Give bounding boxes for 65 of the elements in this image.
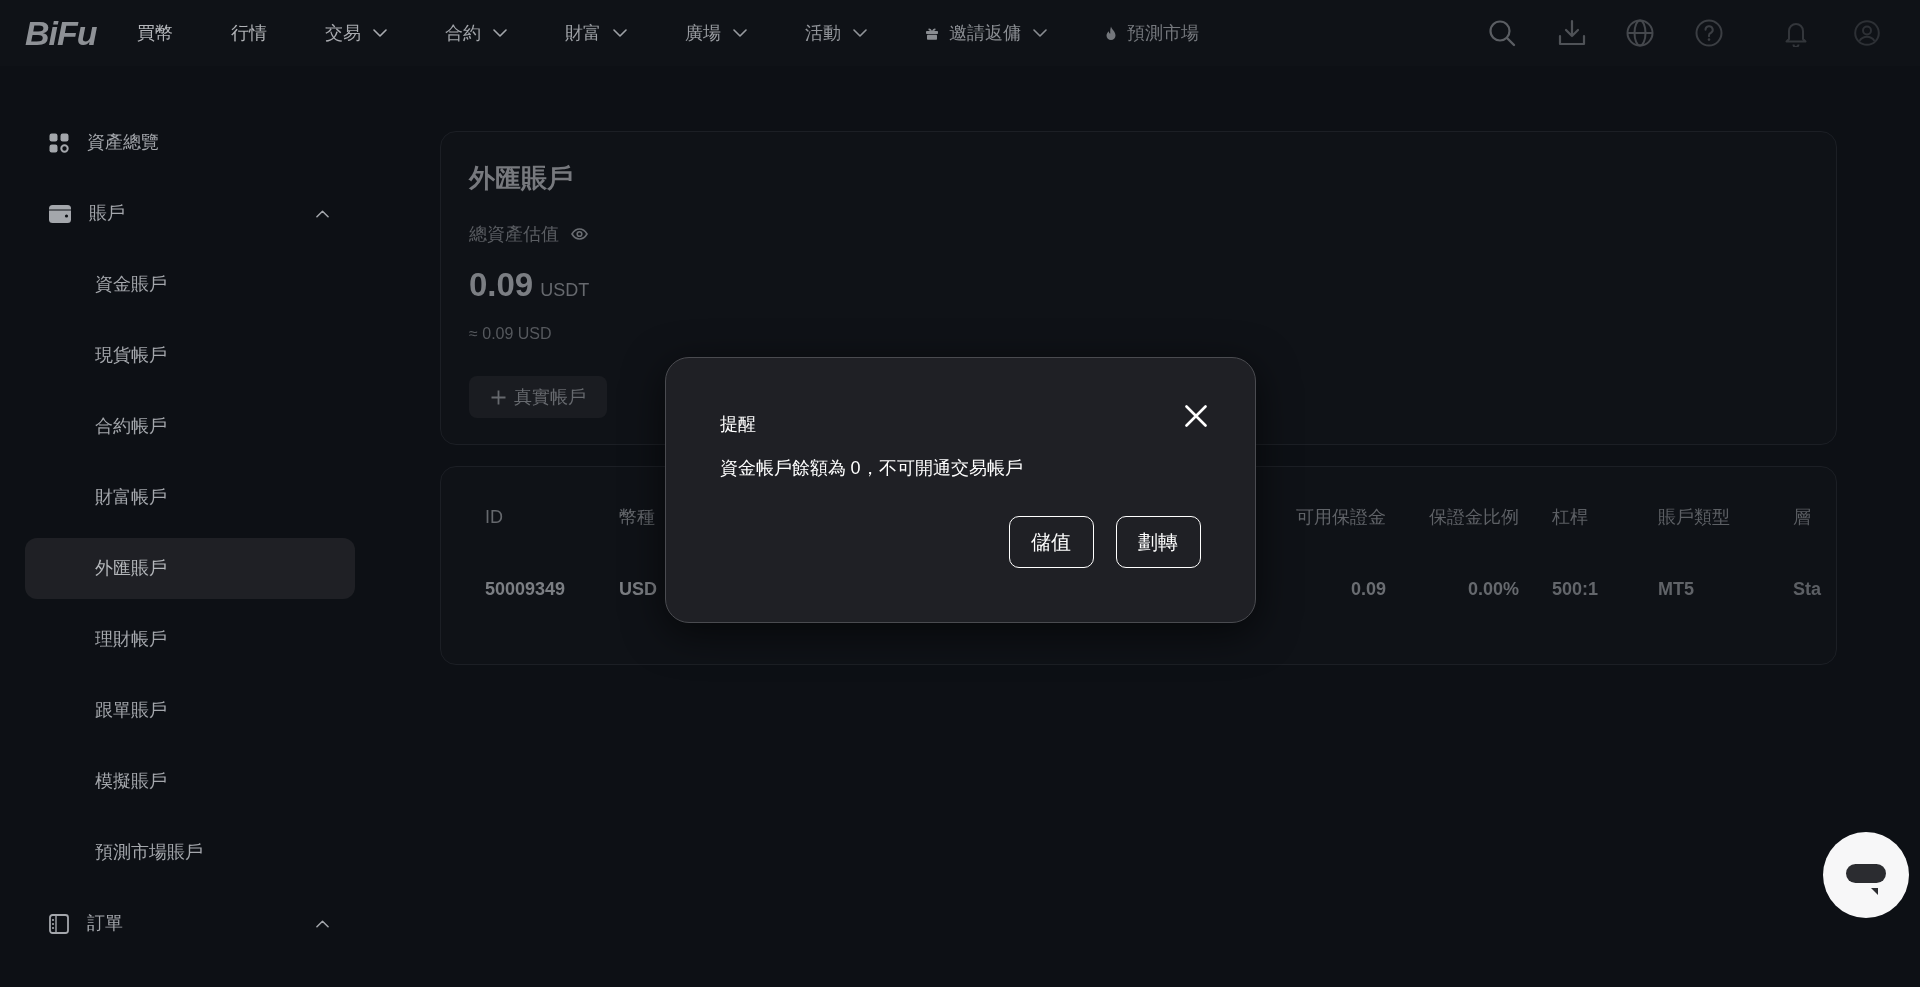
column-header: 幣種 <box>619 506 656 529</box>
sidebar-subitem[interactable]: 預測市場賬戶 <box>25 822 355 883</box>
chevron-down-icon <box>612 29 627 37</box>
table-cell-text: 50009349 <box>485 578 567 601</box>
table-cell-text: USD <box>619 578 658 601</box>
table-cell-text: 0.09 <box>1349 578 1386 601</box>
grid-icon <box>49 132 69 153</box>
balance-label: 總資產估值 <box>469 223 559 246</box>
balance-unit: USDT <box>540 279 590 302</box>
column-header: 層 <box>1793 506 1812 529</box>
close-icon[interactable] <box>1184 405 1207 427</box>
balance-approx: ≈ 0.09 USD <box>469 324 552 344</box>
nav-menu[interactable]: 合約 <box>444 20 507 46</box>
table-cell-text: 0.00% <box>1466 578 1519 601</box>
sidebar-subitem[interactable]: 外匯賬戶 <box>25 538 355 599</box>
wallet-icon <box>49 204 71 223</box>
list-icon <box>49 913 69 934</box>
search-icon[interactable] <box>1488 19 1516 47</box>
chevron-down-icon <box>1032 29 1047 37</box>
table-cell-text: Sta <box>1793 578 1822 601</box>
column-header: 可用保證金 <box>1295 506 1386 529</box>
chevron-down-icon <box>492 29 507 37</box>
table-cell-text: MT5 <box>1658 578 1695 601</box>
nav-menu[interactable]: 交易 <box>324 20 387 46</box>
nav-menu[interactable]: 邀請返傭 <box>924 20 1047 46</box>
nav-link[interactable]: 買幣 <box>136 20 173 46</box>
nav-menu[interactable]: 財富 <box>564 20 627 46</box>
chevron-down-icon <box>372 29 387 37</box>
chat-bubble-icon <box>1846 863 1886 895</box>
chevron-down-icon <box>732 29 747 37</box>
plus-icon <box>490 389 506 405</box>
nav-link[interactable]: 行情 <box>230 20 267 46</box>
sidebar-subitem[interactable]: 現貨帳戶 <box>25 325 355 386</box>
sidebar-subitem[interactable]: 跟單賬戶 <box>25 680 355 741</box>
sidebar-subitem[interactable]: 財富帳戶 <box>25 467 355 528</box>
balance-value: 0.09 <box>469 265 534 305</box>
eye-icon[interactable] <box>571 228 588 240</box>
nav-menu[interactable]: 廣場 <box>684 20 747 46</box>
download-icon[interactable] <box>1558 19 1586 47</box>
sidebar-group[interactable]: 賬戶 <box>25 183 355 244</box>
sidebar-subitem[interactable]: 理財帳戶 <box>25 609 355 670</box>
column-header: 杠桿 <box>1551 506 1589 529</box>
column-header: 保證金比例 <box>1428 506 1519 529</box>
help-icon[interactable] <box>1695 19 1723 47</box>
sidebar-subitem[interactable]: 模擬賬戶 <box>25 751 355 812</box>
sidebar-item[interactable]: 資產總覽 <box>25 112 355 173</box>
column-header: ID <box>485 506 504 529</box>
user-circle-icon[interactable] <box>1854 20 1880 46</box>
sidebar-group[interactable]: 訂單 <box>25 893 355 954</box>
sidebar-subitem[interactable]: 合約帳戶 <box>25 396 355 457</box>
dialog-message: 資金帳戶餘額為 0，不可開通交易帳戶 <box>719 457 1024 480</box>
chevron-down-icon <box>852 29 867 37</box>
globe-icon[interactable] <box>1626 19 1654 47</box>
nav-menu[interactable]: 活動 <box>804 20 867 46</box>
flame-icon <box>1104 25 1117 41</box>
nav-link[interactable]: 預測市場 <box>1104 20 1199 46</box>
brand-logo[interactable]: BiFu <box>25 16 97 50</box>
sidebar-subitem[interactable]: 資金賬戶 <box>25 254 355 315</box>
deposit-button[interactable]: 儲值 <box>1008 516 1094 568</box>
gift-icon <box>924 26 939 40</box>
table-cell-text: 500:1 <box>1551 578 1600 601</box>
transfer-button[interactable]: 劃轉 <box>1115 516 1201 568</box>
dialog-title: 提醒 <box>719 413 756 436</box>
card-title: 外匯賬戶 <box>469 162 573 195</box>
column-header: 賬戶類型 <box>1658 506 1731 529</box>
